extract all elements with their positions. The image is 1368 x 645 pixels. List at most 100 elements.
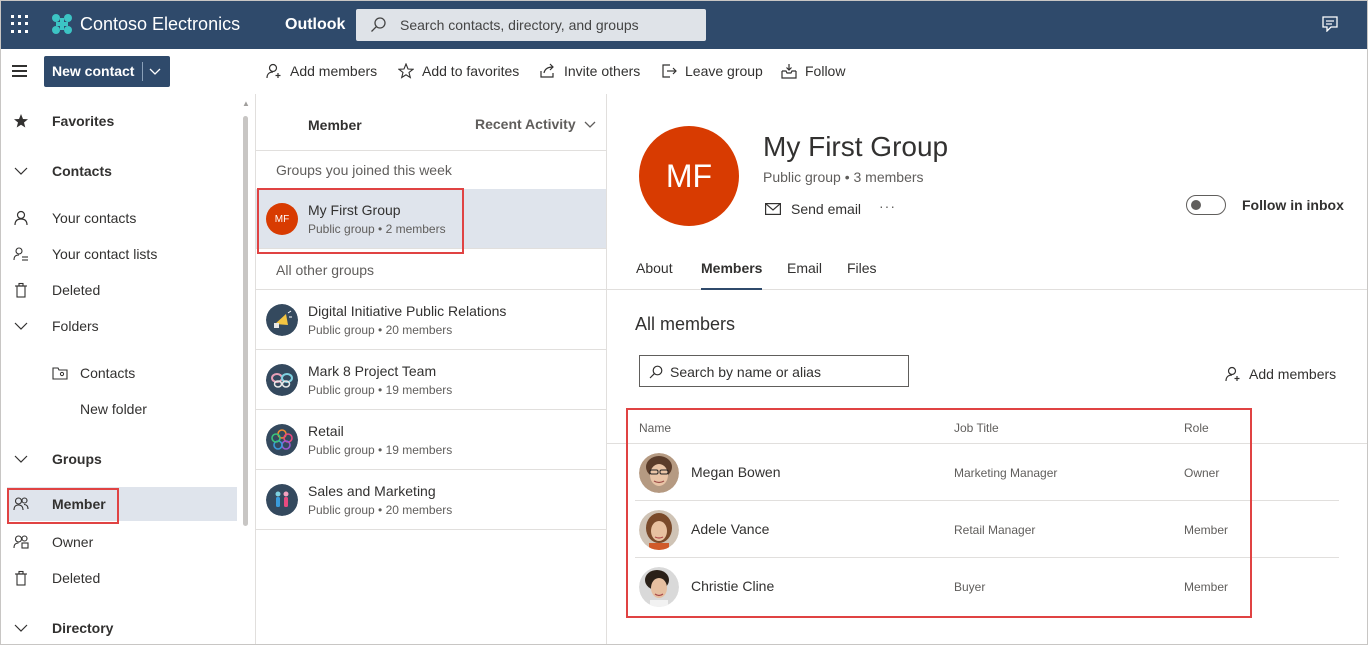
search-icon xyxy=(649,365,663,379)
trash-icon xyxy=(15,570,27,586)
nav-your-contacts[interactable]: Your contacts xyxy=(1,201,241,235)
app-launcher-icon[interactable] xyxy=(11,15,29,33)
top-bar: Contoso Electronics Outlook Search conta… xyxy=(1,1,1367,49)
group-row-sales-marketing[interactable]: Sales and Marketing Public group • 20 me… xyxy=(256,470,606,530)
nav-folders[interactable]: Folders xyxy=(1,309,241,343)
add-to-favorites-label: Add to favorites xyxy=(422,63,520,79)
tab-email[interactable]: Email xyxy=(787,260,822,290)
people-list-icon xyxy=(13,247,28,261)
member-search-input[interactable]: Search by name or alias xyxy=(639,355,909,387)
person-icon xyxy=(14,210,28,226)
more-options-button[interactable]: ··· xyxy=(879,198,896,214)
search-icon xyxy=(371,17,386,32)
trash-icon xyxy=(15,282,27,298)
send-email-button[interactable]: Send email xyxy=(765,201,861,217)
column-header-job-title[interactable]: Job Title xyxy=(954,421,999,435)
hamburger-menu-icon[interactable] xyxy=(12,65,27,80)
inbox-follow-icon xyxy=(781,64,797,79)
feedback-icon[interactable] xyxy=(1321,16,1339,32)
share-icon xyxy=(540,63,554,78)
scroll-up-icon[interactable]: ▲ xyxy=(242,99,250,108)
command-bar: New contact Add members Add to favorites xyxy=(1,49,1367,94)
group-list-pane: Member Recent Activity Groups you joined… xyxy=(256,94,607,644)
left-navigation: ▲ Favorites Contacts Your contacts Your … xyxy=(1,94,256,644)
nav-groups-member[interactable]: Member xyxy=(7,487,237,521)
new-contact-button[interactable]: New contact xyxy=(44,56,170,87)
leave-group-command[interactable]: Leave group xyxy=(661,63,763,79)
star-plus-icon xyxy=(398,63,414,79)
group-row-retail[interactable]: Retail Public group • 19 members xyxy=(256,410,606,470)
invite-others-command[interactable]: Invite others xyxy=(540,63,640,79)
butterfly-group-avatar xyxy=(266,364,298,396)
group-row-my-first-group[interactable]: MF My First Group Public group • 2 membe… xyxy=(256,189,606,249)
nav-scrollbar[interactable] xyxy=(243,116,248,526)
group-list-title: Member xyxy=(308,117,362,133)
megaphone-group-avatar xyxy=(266,304,298,336)
group-title: My First Group xyxy=(763,131,949,162)
nav-contacts-deleted[interactable]: Deleted xyxy=(1,273,241,307)
nav-groups-owner[interactable]: Owner xyxy=(1,525,241,559)
star-icon xyxy=(14,114,28,128)
column-header-role[interactable]: Role xyxy=(1184,421,1209,435)
group-avatar-large: MF xyxy=(639,126,739,226)
avatar xyxy=(639,453,679,493)
chevron-down-icon[interactable] xyxy=(149,65,161,77)
mail-icon xyxy=(765,203,781,215)
app-name-link[interactable]: Outlook xyxy=(285,16,345,34)
member-row[interactable]: Christie Cline Buyer Member xyxy=(635,558,1339,615)
add-person-icon xyxy=(1225,366,1240,382)
group-list-header: Member Recent Activity xyxy=(256,94,607,151)
chevron-down-icon xyxy=(14,167,28,175)
nav-folder-contacts[interactable]: Contacts xyxy=(1,356,241,390)
group-row-digital-initiative[interactable]: Digital Initiative Public Relations Publ… xyxy=(256,290,606,350)
nav-directory-header[interactable]: Directory xyxy=(1,611,241,644)
leave-group-label: Leave group xyxy=(685,63,763,79)
chevron-down-icon xyxy=(584,121,596,128)
people-owner-icon xyxy=(13,535,29,549)
brand-name: Contoso Electronics xyxy=(80,14,241,34)
member-search-placeholder: Search by name or alias xyxy=(670,364,821,380)
people-icon xyxy=(13,497,29,511)
contact-folder-icon xyxy=(52,367,68,380)
leave-icon xyxy=(662,64,677,78)
add-to-favorites-command[interactable]: Add to favorites xyxy=(398,63,519,79)
flower-group-avatar xyxy=(266,424,298,456)
chevron-down-icon xyxy=(14,455,28,463)
tab-about[interactable]: About xyxy=(636,260,673,290)
nav-new-folder[interactable]: New folder xyxy=(1,392,241,426)
section-joined-label: Groups you joined this week xyxy=(276,162,452,178)
tab-members[interactable]: Members xyxy=(701,260,763,290)
tab-files[interactable]: Files xyxy=(847,260,877,290)
contoso-logo-icon xyxy=(52,14,72,34)
group-detail-pane: MF My First Group Public group • 3 membe… xyxy=(607,94,1367,644)
member-row[interactable]: Megan Bowen Marketing Manager Owner xyxy=(635,444,1339,501)
section-other-label: All other groups xyxy=(276,262,375,278)
nav-your-contact-lists[interactable]: Your contact lists xyxy=(1,237,241,271)
members-table: Megan Bowen Marketing Manager Owner Adel… xyxy=(607,444,1367,624)
group-subtitle: Public group • 3 members xyxy=(763,169,924,185)
follow-in-inbox-label: Follow in inbox xyxy=(1242,197,1344,213)
group-row-mark-8[interactable]: Mark 8 Project Team Public group • 19 me… xyxy=(256,350,606,410)
people-group-avatar xyxy=(266,484,298,516)
nav-contacts-header[interactable]: Contacts xyxy=(1,154,241,188)
avatar xyxy=(639,510,679,550)
nav-favorites[interactable]: Favorites xyxy=(1,104,241,138)
add-members-button[interactable]: Add members xyxy=(1225,366,1336,382)
nav-groups-header[interactable]: Groups xyxy=(1,442,241,476)
avatar xyxy=(639,567,679,607)
add-person-icon xyxy=(266,63,281,79)
add-members-command[interactable]: Add members xyxy=(266,63,377,79)
sort-dropdown[interactable]: Recent Activity xyxy=(475,116,596,132)
new-contact-label: New contact xyxy=(52,63,135,79)
add-members-label: Add members xyxy=(290,63,378,79)
chevron-down-icon xyxy=(14,624,28,632)
nav-groups-deleted[interactable]: Deleted xyxy=(1,561,241,595)
follow-command[interactable]: Follow xyxy=(781,63,845,79)
detail-tabs: About Members Email Files xyxy=(607,254,1367,290)
follow-in-inbox-toggle[interactable] xyxy=(1186,195,1226,215)
column-header-name[interactable]: Name xyxy=(639,421,671,435)
all-members-heading: All members xyxy=(635,314,736,334)
global-search-input[interactable]: Search contacts, directory, and groups xyxy=(356,9,706,41)
member-row[interactable]: Adele Vance Retail Manager Member xyxy=(635,501,1339,558)
invite-others-label: Invite others xyxy=(564,63,641,79)
